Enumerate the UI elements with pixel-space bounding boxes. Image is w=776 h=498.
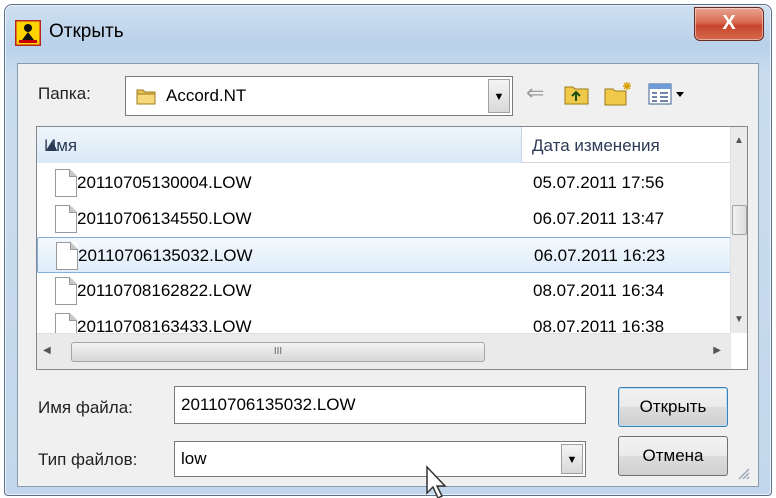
scroll-up-icon[interactable]: ▲	[734, 135, 744, 146]
list-header: ▲ Имя Дата изменения	[37, 127, 731, 163]
file-date: 06.07.2011 16:23	[534, 246, 666, 265]
up-one-level-icon[interactable]	[562, 80, 592, 108]
file-icon	[55, 277, 77, 305]
new-folder-icon[interactable]	[602, 80, 634, 108]
open-file-dialog: Открыть X Папка: Accord.NT ▼ ⇐ ▲ Имя Дат…	[4, 4, 772, 498]
vertical-scroll-thumb[interactable]	[732, 205, 747, 235]
chevron-down-icon[interactable]: ▼	[561, 444, 583, 474]
folder-icon	[136, 89, 156, 105]
vertical-scrollbar[interactable]: ▲ ▼	[730, 127, 747, 333]
list-item[interactable]: 20110706134550.LOW 06.07.2011 13:47	[37, 201, 731, 237]
filename-input[interactable]	[174, 386, 586, 424]
file-list[interactable]: ▲ Имя Дата изменения 20110705130004.LOW …	[36, 126, 748, 370]
close-icon: X	[722, 12, 736, 34]
scroll-down-icon[interactable]: ▼	[734, 314, 744, 325]
column-header-date[interactable]: Дата изменения	[523, 127, 731, 163]
filetype-value: low	[181, 449, 207, 468]
dialog-client-area: Папка: Accord.NT ▼ ⇐ ▲ Имя Дата изменени…	[17, 63, 759, 498]
cancel-button[interactable]: Отмена	[618, 436, 728, 476]
view-menu-icon[interactable]	[646, 80, 690, 108]
file-name: 20110706134550.LOW	[77, 209, 252, 228]
list-item-selected[interactable]: 20110706135032.LOW 06.07.2011 16:23	[37, 237, 731, 273]
file-icon	[55, 205, 77, 233]
window-title: Открыть	[49, 21, 124, 42]
file-icon	[55, 169, 77, 197]
file-rows: 20110705130004.LOW 05.07.2011 17:56 2011…	[37, 165, 731, 345]
scroll-left-icon[interactable]: ◀	[43, 345, 51, 356]
column-header-name[interactable]: ▲ Имя	[37, 127, 522, 163]
file-name: 20110705130004.LOW	[77, 173, 252, 192]
app-icon	[15, 20, 41, 46]
open-button[interactable]: Открыть	[618, 387, 728, 427]
mouse-cursor-icon	[426, 465, 447, 498]
resize-grip-icon[interactable]	[736, 466, 750, 480]
close-button[interactable]: X	[694, 7, 764, 41]
scroll-right-icon[interactable]: ▶	[713, 345, 721, 356]
file-icon	[56, 242, 78, 270]
file-date: 06.07.2011 13:47	[533, 209, 665, 228]
list-item[interactable]: 20110705130004.LOW 05.07.2011 17:56	[37, 165, 731, 201]
current-folder-name: Accord.NT	[166, 86, 247, 105]
file-name: 20110708162822.LOW	[77, 281, 252, 300]
file-date: 08.07.2011 16:34	[533, 281, 665, 300]
filetype-label: Тип файлов:	[38, 450, 138, 469]
horizontal-scroll-thumb[interactable]: III	[71, 342, 485, 362]
column-header-label: Имя	[44, 136, 78, 155]
title-bar[interactable]: Открыть X	[5, 5, 771, 63]
list-item[interactable]: 20110708162822.LOW 08.07.2011 16:34	[37, 273, 731, 309]
folder-label: Папка:	[38, 84, 91, 103]
file-name: 20110706135032.LOW	[78, 246, 253, 265]
folder-dropdown[interactable]: Accord.NT ▼	[125, 76, 513, 116]
column-header-label: Дата изменения	[532, 136, 660, 155]
horizontal-scrollbar[interactable]: ◀ III ▶	[37, 333, 731, 369]
chevron-down-icon[interactable]: ▼	[488, 79, 510, 113]
back-arrow-icon[interactable]: ⇐	[526, 80, 550, 108]
file-date: 05.07.2011 17:56	[533, 173, 665, 192]
filetype-dropdown[interactable]: low ▼	[174, 441, 586, 477]
filename-label: Имя файла:	[38, 398, 133, 417]
